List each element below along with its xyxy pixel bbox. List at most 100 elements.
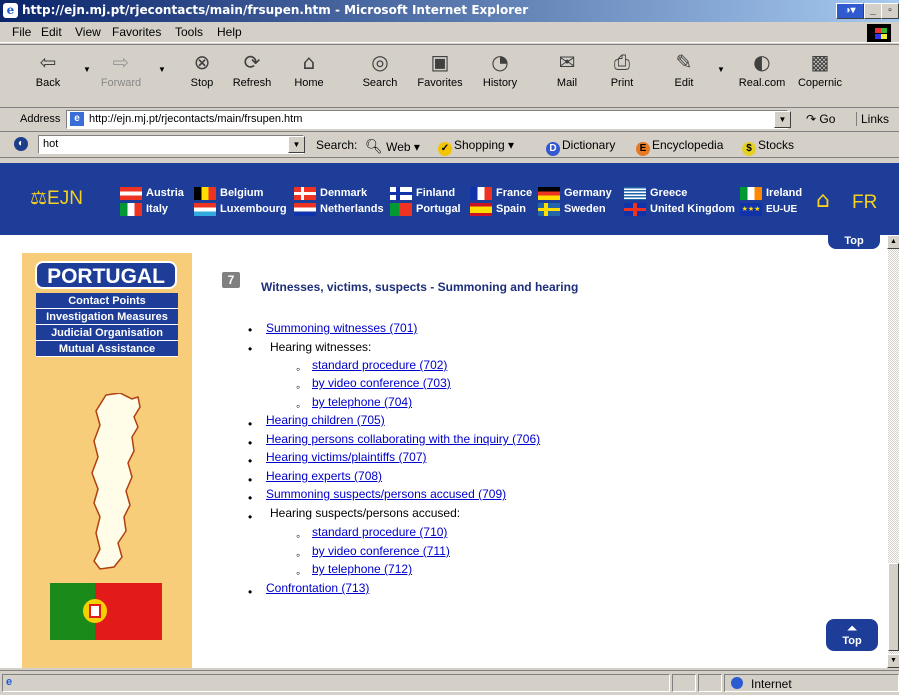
link-eu-ue[interactable]: EU-UE xyxy=(766,204,797,215)
link-standard-procedure-702[interactable]: standard procedure (702) xyxy=(312,358,447,372)
link-video-conference-711[interactable]: by video conference (711) xyxy=(312,544,450,558)
toolbar-search-input[interactable]: hot xyxy=(38,135,304,154)
list-item[interactable]: Hearing children (705) xyxy=(266,413,385,427)
link-united-kingdom[interactable]: United Kingdom xyxy=(650,203,735,215)
list-item[interactable]: Hearing persons collaborating with the i… xyxy=(266,432,540,446)
top-button[interactable]: Top xyxy=(828,235,880,249)
back-button[interactable]: ⇦ Back xyxy=(22,47,74,103)
list-item[interactable]: standard procedure (710) xyxy=(312,525,447,539)
link-hearing-children[interactable]: Hearing children (705) xyxy=(266,413,385,427)
list-item[interactable]: by video conference (703) xyxy=(312,376,451,390)
luxembourg-flag-icon xyxy=(194,203,216,216)
go-button[interactable]: ↷ Go xyxy=(806,112,835,126)
link-finland[interactable]: Finland xyxy=(416,187,455,199)
stocks-icon: $ xyxy=(742,142,756,156)
link-germany[interactable]: Germany xyxy=(564,187,612,199)
list-item[interactable]: Summoning witnesses (701) xyxy=(266,321,417,335)
link-italy[interactable]: Italy xyxy=(146,203,168,215)
minimize-button[interactable]: _ xyxy=(864,3,882,19)
copernic-button[interactable]: ▩ Copernic xyxy=(792,47,848,103)
home-icon[interactable]: ⌂ xyxy=(816,190,838,212)
dictionary-button[interactable]: D Dictionary xyxy=(546,138,615,156)
link-video-conference-703[interactable]: by video conference (703) xyxy=(312,376,451,390)
netherlands-flag-icon xyxy=(294,203,316,216)
search-engine-icon[interactable]: ◐ xyxy=(14,137,28,151)
link-portugal[interactable]: Portugal xyxy=(416,203,461,215)
list-item[interactable]: Hearing experts (708) xyxy=(266,469,382,483)
search-button[interactable]: ◎ Search xyxy=(354,47,406,103)
language-fr-link[interactable]: FR xyxy=(852,192,877,214)
ejn-header: ⚖EJN Austria Italy Belgium Luxembourg De… xyxy=(0,163,899,235)
link-confrontation[interactable]: Confrontation (713) xyxy=(266,581,369,595)
link-luxembourg[interactable]: Luxembourg xyxy=(220,203,287,215)
menu-view[interactable]: View xyxy=(75,25,101,39)
link-hearing-victims[interactable]: Hearing victims/plaintiffs (707) xyxy=(266,450,427,464)
links-menu-button[interactable]: ◑▾ xyxy=(836,3,864,19)
scroll-down-button[interactable]: ▼ xyxy=(887,654,899,668)
link-hearing-persons-collaborating[interactable]: Hearing persons collaborating with the i… xyxy=(266,432,540,446)
portugal-flag-icon xyxy=(390,203,412,216)
address-dropdown-button[interactable]: ▼ xyxy=(774,111,791,128)
mail-button[interactable]: ✉ Mail xyxy=(541,47,593,103)
realcom-button[interactable]: ◐ Real.com xyxy=(732,47,792,103)
link-spain[interactable]: Spain xyxy=(496,203,526,215)
scroll-up-button[interactable]: ▲ xyxy=(887,235,899,249)
menu-tools[interactable]: Tools xyxy=(175,25,203,39)
list-item[interactable]: by telephone (704) xyxy=(312,395,412,409)
home-button[interactable]: ⌂ Home xyxy=(283,47,335,103)
link-summoning-witnesses[interactable]: Summoning witnesses (701) xyxy=(266,321,417,335)
greece-flag-icon xyxy=(624,187,646,200)
list-item[interactable]: Confrontation (713) xyxy=(266,581,369,595)
link-denmark[interactable]: Denmark xyxy=(320,187,367,199)
menu-edit[interactable]: Edit xyxy=(41,25,62,39)
vertical-scrollbar[interactable]: ▲ ▼ xyxy=(887,235,899,668)
sidebar-item-contact-points[interactable]: Contact Points xyxy=(36,293,178,309)
stocks-button[interactable]: $ Stocks xyxy=(742,138,794,156)
web-search-button[interactable]: 🔍︎ Web ▾ xyxy=(365,138,420,155)
menu-file[interactable]: File xyxy=(12,25,31,39)
link-belgium[interactable]: Belgium xyxy=(220,187,263,199)
edit-button[interactable]: ✎ Edit xyxy=(658,47,710,103)
link-hearing-experts[interactable]: Hearing experts (708) xyxy=(266,469,382,483)
back-dropdown-arrow[interactable]: ▼ xyxy=(83,65,91,74)
edit-dropdown-arrow[interactable]: ▼ xyxy=(717,65,725,74)
link-france[interactable]: France xyxy=(496,187,532,199)
encyclopedia-button[interactable]: E Encyclopedia xyxy=(636,138,723,156)
toolbar-search-dropdown[interactable]: ▼ xyxy=(288,136,305,153)
scroll-thumb[interactable] xyxy=(888,563,899,651)
refresh-button[interactable]: ⟳ Refresh xyxy=(226,47,278,103)
forward-dropdown-arrow[interactable]: ▼ xyxy=(158,65,166,74)
link-austria[interactable]: Austria xyxy=(146,187,184,199)
sidebar-item-mutual-assistance[interactable]: Mutual Assistance xyxy=(36,341,178,357)
list-item[interactable]: by telephone (712) xyxy=(312,562,412,576)
sidebar-item-judicial-organisation[interactable]: Judicial Organisation xyxy=(36,325,178,341)
shopping-button[interactable]: ✓ Shopping ▾ xyxy=(438,138,514,156)
list-item[interactable]: Summoning suspects/persons accused (709) xyxy=(266,487,506,501)
link-telephone-712[interactable]: by telephone (712) xyxy=(312,562,412,576)
back-to-top-button[interactable]: ⏶ Top xyxy=(826,619,878,651)
link-telephone-704[interactable]: by telephone (704) xyxy=(312,395,412,409)
menu-help[interactable]: Help xyxy=(217,25,242,39)
links-button[interactable]: Links xyxy=(856,112,889,126)
address-input[interactable]: e http://ejn.mj.pt/rjecontacts/main/frsu… xyxy=(66,110,788,129)
stop-button[interactable]: ⊗ Stop xyxy=(176,47,228,103)
list-item[interactable]: by video conference (711) xyxy=(312,544,450,558)
list-item[interactable]: standard procedure (702) xyxy=(312,358,447,372)
link-greece[interactable]: Greece xyxy=(650,187,687,199)
link-standard-procedure-710[interactable]: standard procedure (710) xyxy=(312,525,447,539)
title-bar: e http://ejn.mj.pt/rjecontacts/main/frsu… xyxy=(0,0,899,22)
link-sweden[interactable]: Sweden xyxy=(564,203,606,215)
list-item[interactable]: Hearing victims/plaintiffs (707) xyxy=(266,450,427,464)
favorites-button[interactable]: ▣ Favorites xyxy=(414,47,466,103)
maximize-button[interactable]: ▫ xyxy=(881,3,899,19)
ejn-logo[interactable]: ⚖EJN xyxy=(30,187,83,210)
sidebar-item-investigation-measures[interactable]: Investigation Measures xyxy=(36,309,178,325)
link-netherlands[interactable]: Netherlands xyxy=(320,203,384,215)
history-button[interactable]: ◔ History xyxy=(474,47,526,103)
link-summoning-suspects[interactable]: Summoning suspects/persons accused (709) xyxy=(266,487,506,501)
menu-favorites[interactable]: Favorites xyxy=(112,25,161,39)
bullet: • xyxy=(248,417,253,431)
link-ireland[interactable]: Ireland xyxy=(766,187,802,199)
forward-button[interactable]: ⇨ Forward xyxy=(95,47,147,103)
print-button[interactable]: ⎙ Print xyxy=(596,47,648,103)
